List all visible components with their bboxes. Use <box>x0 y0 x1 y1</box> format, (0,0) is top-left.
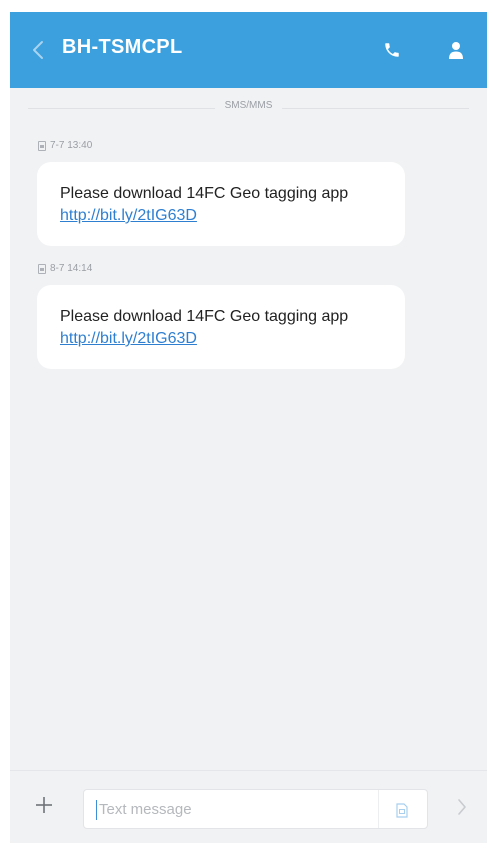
message-text: Please download 14FC Geo tagging app <box>60 308 349 325</box>
chevron-right-icon <box>458 799 466 815</box>
contact-details-button[interactable] <box>442 36 470 64</box>
sim-select-button[interactable] <box>391 799 413 821</box>
sim-icon <box>396 802 408 818</box>
message-composer <box>10 770 487 843</box>
input-divider <box>378 790 379 828</box>
text-message-box <box>83 789 428 829</box>
message-timestamp: 8-7 14:14 <box>38 263 92 274</box>
message-link[interactable]: http://bit.ly/2tIG63D <box>60 207 197 224</box>
timestamp-text: 7-7 13:40 <box>50 140 93 151</box>
message-timestamp: 7-7 13:40 <box>38 140 92 151</box>
add-attachment-button[interactable] <box>30 791 58 819</box>
message-bubble[interactable]: Please download 14FC Geo tagging app htt… <box>37 285 405 369</box>
message-bubble[interactable]: Please download 14FC Geo tagging app htt… <box>37 162 405 246</box>
messaging-screen: BH-TSMCPL SMS/MMS 7-7 13:40 Please downl… <box>10 12 487 843</box>
send-button[interactable] <box>450 793 474 821</box>
sim-icon <box>38 140 46 151</box>
person-icon <box>449 42 463 59</box>
message-text: Please download 14FC Geo tagging app <box>60 185 349 202</box>
text-message-input[interactable] <box>96 800 361 820</box>
conversation-header: BH-TSMCPL <box>10 12 487 88</box>
chevron-left-icon <box>33 41 43 59</box>
phone-icon <box>385 43 399 57</box>
timestamp-text: 8-7 14:14 <box>50 263 93 274</box>
plus-icon <box>36 797 52 813</box>
back-button[interactable] <box>24 34 52 66</box>
call-button[interactable] <box>378 36 406 64</box>
contact-name: BH-TSMCPL <box>62 36 183 58</box>
channel-label: SMS/MMS <box>214 100 283 111</box>
sim-icon <box>38 263 46 274</box>
message-link[interactable]: http://bit.ly/2tIG63D <box>60 330 197 347</box>
channel-divider: SMS/MMS <box>28 100 469 114</box>
